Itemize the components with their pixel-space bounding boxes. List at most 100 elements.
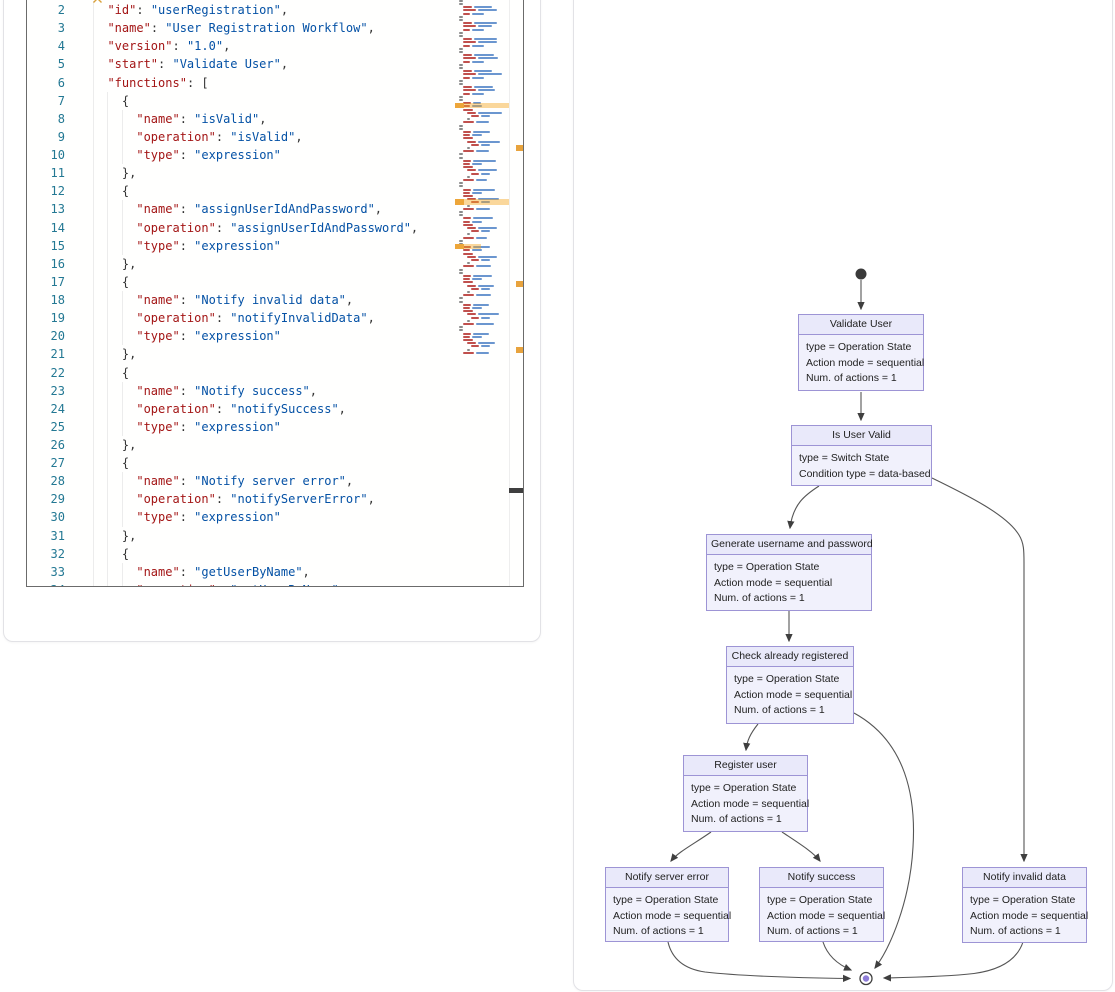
line-number: 5 bbox=[27, 55, 65, 73]
line-number: 6 bbox=[27, 74, 65, 92]
code-line: 9 "operation": "isValid", bbox=[27, 128, 523, 146]
state-title: Notify invalid data bbox=[963, 868, 1086, 888]
edge-notify-server-error-to-end bbox=[668, 942, 850, 979]
state-attribute: Action mode = sequential bbox=[970, 909, 1079, 925]
line-number: 23 bbox=[27, 382, 65, 400]
edge-register-to-notify-success bbox=[782, 832, 820, 861]
minimap[interactable] bbox=[455, 0, 509, 586]
line-number: 13 bbox=[27, 200, 65, 218]
line-number: 9 bbox=[27, 128, 65, 146]
scrollbar-position-marker[interactable] bbox=[509, 488, 523, 493]
ruler-mark bbox=[516, 145, 523, 151]
state-attribute: type = Operation State bbox=[970, 893, 1079, 909]
state-attribute: type = Operation State bbox=[714, 560, 864, 576]
state-attribute: Action mode = sequential bbox=[806, 356, 916, 372]
code-line: 32 { bbox=[27, 545, 523, 563]
code-line: 11 }, bbox=[27, 164, 523, 182]
edge-check-to-register bbox=[746, 724, 758, 750]
state-title: Is User Valid bbox=[792, 426, 931, 446]
edge-register-to-notify-server-error bbox=[671, 832, 711, 861]
line-number: 20 bbox=[27, 327, 65, 345]
state-attribute: Action mode = sequential bbox=[767, 909, 876, 925]
state-attribute: Num. of actions = 1 bbox=[613, 924, 721, 940]
code-line: 24 "operation": "notifySuccess", bbox=[27, 400, 523, 418]
line-number: 8 bbox=[27, 110, 65, 128]
state-node-generate-username-and-password: Generate username and passwordtype = Ope… bbox=[706, 534, 872, 611]
line-number: 21 bbox=[27, 345, 65, 363]
code-line: 30 "type": "expression" bbox=[27, 508, 523, 526]
code-line: 28 "name": "Notify server error", bbox=[27, 472, 523, 490]
state-attribute: Action mode = sequential bbox=[734, 688, 846, 704]
line-number: 12 bbox=[27, 182, 65, 200]
state-node-notify-success: Notify successtype = Operation StateActi… bbox=[759, 867, 884, 942]
edge-notify-invalid-data-to-end bbox=[884, 942, 1023, 978]
end-node bbox=[860, 973, 872, 985]
code-line: 25 "type": "expression" bbox=[27, 418, 523, 436]
code-line: 4 "version": "1.0", bbox=[27, 37, 523, 55]
start-node bbox=[856, 269, 867, 280]
code-line: 3 "name": "User Registration Workflow", bbox=[27, 19, 523, 37]
edge-is-user-valid-to-notify-invalid-data bbox=[932, 478, 1024, 861]
line-number: 3 bbox=[27, 19, 65, 37]
line-number: 27 bbox=[27, 454, 65, 472]
line-number: 15 bbox=[27, 237, 65, 255]
state-attribute: Num. of actions = 1 bbox=[806, 371, 916, 387]
edge-notify-success-to-end bbox=[823, 942, 851, 970]
line-number: 29 bbox=[27, 490, 65, 508]
line-number: 30 bbox=[27, 508, 65, 526]
code-line: 8 "name": "isValid", bbox=[27, 110, 523, 128]
line-number: 4 bbox=[27, 37, 65, 55]
state-node-notify-server-error: Notify server error type = Operation Stat… bbox=[605, 867, 729, 942]
state-node-is-user-valid: Is User Valid type = Switch StateConditio… bbox=[791, 425, 932, 486]
state-title: Notify success bbox=[760, 868, 883, 888]
line-number: 33 bbox=[27, 563, 65, 581]
state-attribute: type = Operation State bbox=[734, 672, 846, 688]
state-attribute: Num. of actions = 1 bbox=[734, 703, 846, 719]
state-node-notify-invalid-data: Notify invalid data type = Operation Stat… bbox=[962, 867, 1087, 943]
state-title: Notify server error bbox=[606, 868, 728, 888]
line-number: 11 bbox=[27, 164, 65, 182]
line-number: 31 bbox=[27, 527, 65, 545]
state-node-register-user: Register usertype = Operation StateActio… bbox=[683, 755, 808, 832]
overview-ruler[interactable] bbox=[509, 0, 523, 586]
state-title: Check already registered bbox=[727, 647, 853, 667]
code-line: 18 "name": "Notify invalid data", bbox=[27, 291, 523, 309]
warning-squiggle-icon bbox=[93, 0, 102, 3]
code-line: 2 "id": "userRegistration", bbox=[27, 1, 523, 19]
line-number: 17 bbox=[27, 273, 65, 291]
state-attribute: Num. of actions = 1 bbox=[970, 924, 1079, 940]
line-number: 24 bbox=[27, 400, 65, 418]
line-number: 28 bbox=[27, 472, 65, 490]
code-line: 12 { bbox=[27, 182, 523, 200]
code-panel-card: 1{2 "id": "userRegistration",3 "name": "… bbox=[3, 0, 541, 642]
code-line: 17 { bbox=[27, 273, 523, 291]
code-line: 34 "operation": "getUserByName", bbox=[27, 581, 523, 587]
state-title: Register user bbox=[684, 756, 807, 776]
line-number: 25 bbox=[27, 418, 65, 436]
code-line: 26 }, bbox=[27, 436, 523, 454]
state-attribute: Action mode = sequential bbox=[691, 797, 800, 813]
line-number: 16 bbox=[27, 255, 65, 273]
code-line: 5 "start": "Validate User", bbox=[27, 55, 523, 73]
line-number: 10 bbox=[27, 146, 65, 164]
state-attribute: type = Switch State bbox=[799, 451, 924, 467]
state-attribute: type = Operation State bbox=[613, 893, 721, 909]
state-attribute: Condition type = data-based bbox=[799, 467, 924, 483]
line-number: 7 bbox=[27, 92, 65, 110]
code-line: 16 }, bbox=[27, 255, 523, 273]
code-line: 23 "name": "Notify success", bbox=[27, 382, 523, 400]
line-number: 26 bbox=[27, 436, 65, 454]
code-line: 29 "operation": "notifyServerError", bbox=[27, 490, 523, 508]
state-attribute: Num. of actions = 1 bbox=[691, 812, 800, 828]
line-number: 34 bbox=[27, 581, 65, 587]
code-line: 31 }, bbox=[27, 527, 523, 545]
state-attribute: type = Operation State bbox=[806, 340, 916, 356]
code-line: 21 }, bbox=[27, 345, 523, 363]
code-line: 15 "type": "expression" bbox=[27, 237, 523, 255]
diagram-panel-card: Validate Usertype = Operation StateActio… bbox=[573, 0, 1113, 991]
line-number: 14 bbox=[27, 219, 65, 237]
json-editor[interactable]: 1{2 "id": "userRegistration",3 "name": "… bbox=[26, 0, 524, 587]
code-line: 33 "name": "getUserByName", bbox=[27, 563, 523, 581]
code-line: 19 "operation": "notifyInvalidData", bbox=[27, 309, 523, 327]
code-line: 22 { bbox=[27, 364, 523, 382]
